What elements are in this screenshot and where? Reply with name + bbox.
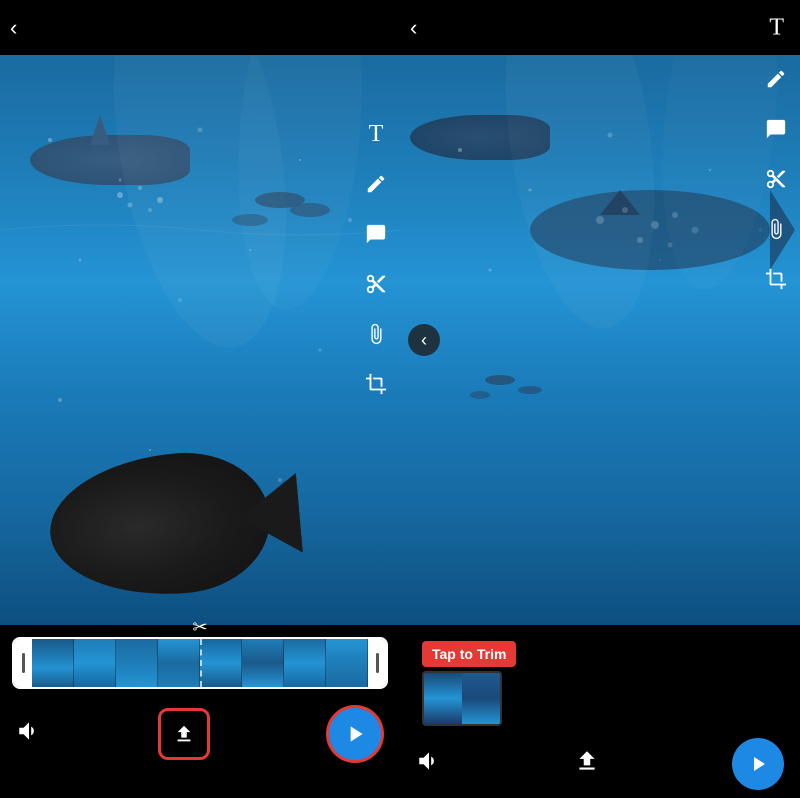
- scissors-tool-left[interactable]: [360, 268, 392, 300]
- frame-4: [158, 639, 200, 687]
- text-tool-left[interactable]: T: [360, 118, 392, 150]
- sticker-tool-right[interactable]: [760, 113, 792, 145]
- pencil-tool-left[interactable]: [360, 168, 392, 200]
- volume-icon-left[interactable]: [16, 718, 42, 750]
- frame-5: [200, 639, 242, 687]
- link-tool-left[interactable]: [360, 318, 392, 350]
- frame-3: [116, 639, 158, 687]
- play-button-right[interactable]: [732, 738, 784, 790]
- timeline-dashed-line: [200, 639, 202, 687]
- right-panel: ‹ T: [400, 0, 800, 795]
- frame-2: [74, 639, 116, 687]
- left-toolbar: T: [360, 110, 392, 400]
- fish-shark-left: [30, 135, 190, 185]
- left-video-area: T: [0, 55, 400, 625]
- crop-tool-right[interactable]: [760, 263, 792, 295]
- right-top-bar: ‹ T: [400, 0, 800, 55]
- tap-to-trim-area: Tap to Trim: [422, 641, 788, 726]
- left-timeline-container: ✂: [12, 637, 388, 689]
- right-video-area: ‹: [400, 55, 800, 625]
- left-top-bar: ‹: [0, 0, 400, 55]
- fish-large-left: [44, 446, 275, 605]
- left-panel: ‹: [0, 0, 400, 795]
- right-bottom-controls: [412, 726, 788, 798]
- left-bottom-controls: [12, 697, 388, 771]
- timeline-frames: [32, 639, 368, 687]
- left-back-button[interactable]: ‹: [10, 15, 17, 41]
- left-bottom-area: ✂: [0, 625, 400, 795]
- pencil-tool-right[interactable]: [760, 63, 792, 95]
- mid-back-button[interactable]: ‹: [408, 324, 440, 356]
- thumb-frame-2: [462, 673, 500, 724]
- left-timeline[interactable]: [12, 637, 388, 689]
- timeline-handle-right[interactable]: [368, 639, 386, 687]
- left-video-bg: [0, 55, 400, 625]
- frame-7: [284, 639, 326, 687]
- right-back-button[interactable]: ‹: [410, 15, 417, 41]
- frame-8: [326, 639, 368, 687]
- volume-icon-right[interactable]: [416, 748, 442, 780]
- play-button-left[interactable]: [326, 705, 384, 763]
- video-thumbnail[interactable]: [422, 671, 502, 726]
- scissors-tool-right[interactable]: [760, 163, 792, 195]
- share-icon-right[interactable]: [574, 748, 600, 781]
- crop-tool-left[interactable]: [360, 368, 392, 400]
- frame-6: [242, 639, 284, 687]
- right-toolbar: [760, 55, 792, 295]
- fish-shark-right: [410, 115, 550, 160]
- text-tool-right-top[interactable]: T: [769, 14, 784, 41]
- timeline-handle-left[interactable]: [14, 639, 32, 687]
- thumb-frame-1: [424, 673, 462, 724]
- right-bottom-area: Tap to Trim: [400, 625, 800, 795]
- timeline-scissors-icon: ✂: [192, 617, 207, 638]
- tap-to-trim-label[interactable]: Tap to Trim: [422, 641, 516, 667]
- share-button-left[interactable]: [158, 708, 210, 760]
- right-video-bg: [400, 55, 800, 625]
- link-tool-right[interactable]: [760, 213, 792, 245]
- sticker-tool-left[interactable]: [360, 218, 392, 250]
- frame-1: [32, 639, 74, 687]
